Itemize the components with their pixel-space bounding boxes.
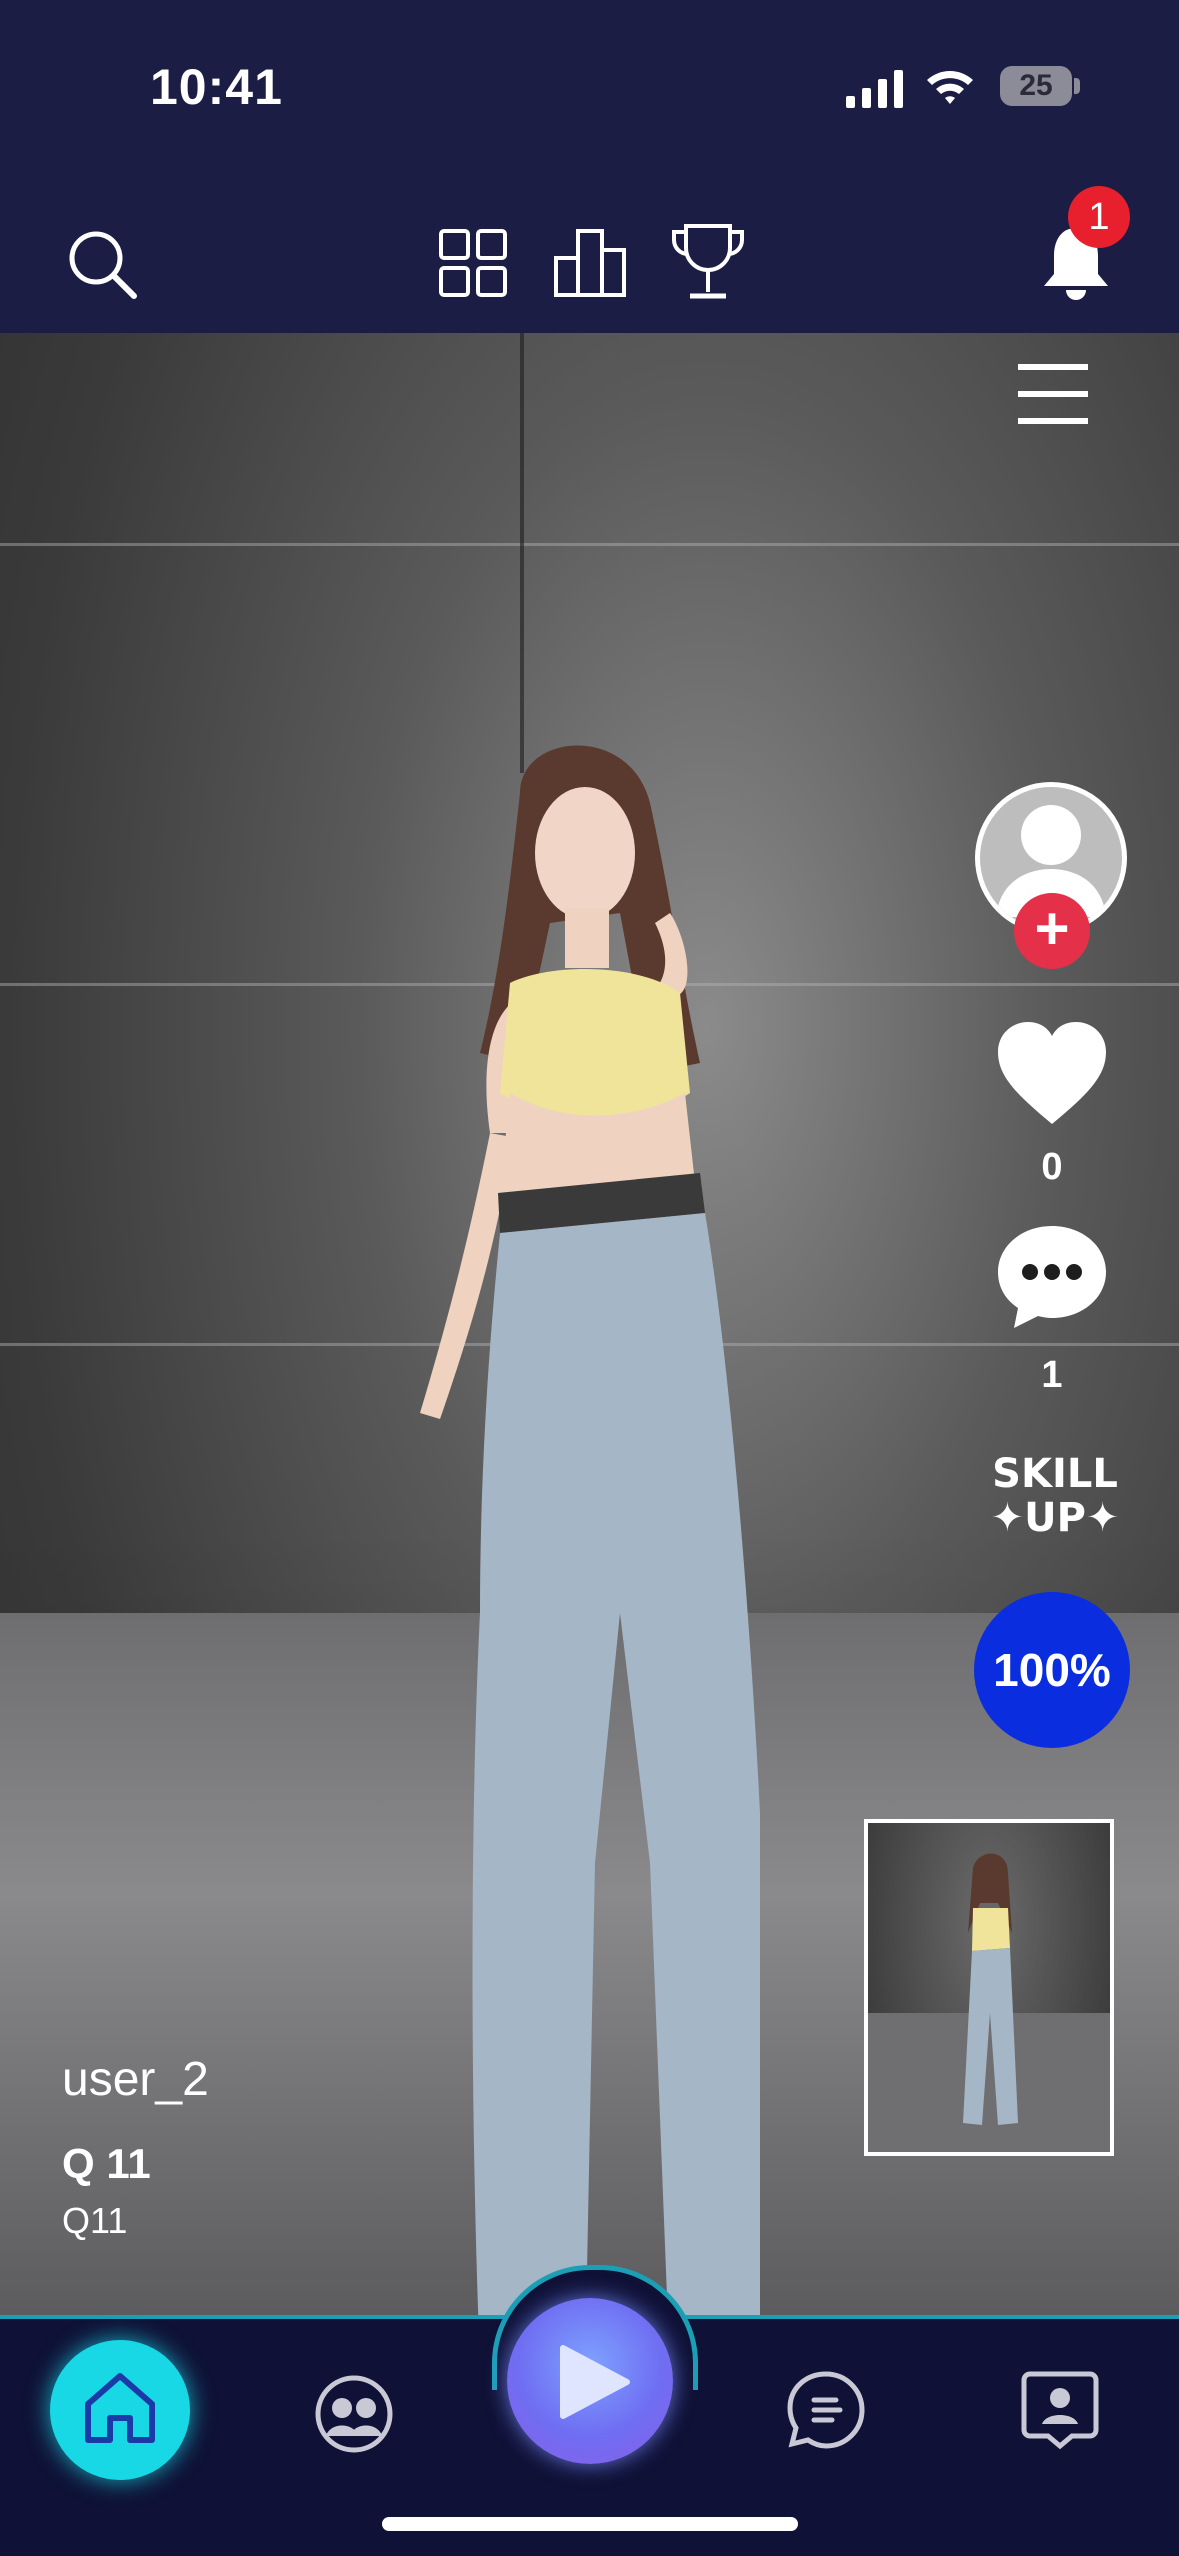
leaderboard-icon[interactable] (553, 228, 627, 298)
menu-icon[interactable] (1018, 362, 1088, 426)
play-icon (560, 2345, 630, 2419)
trophy-icon[interactable] (670, 222, 746, 302)
wall-seam (0, 543, 1179, 546)
home-icon (85, 2373, 155, 2443)
progress-badge[interactable]: 100% (974, 1592, 1130, 1748)
skill-up-line2: ✦UP✦ (990, 1495, 1120, 1541)
profile-icon[interactable] (1020, 2370, 1100, 2450)
skill-up-logo[interactable]: SKILL ✦UP✦ (985, 1452, 1125, 1540)
home-indicator (382, 2517, 798, 2531)
skill-up-line1: SKILL (992, 1451, 1118, 1497)
community-icon[interactable] (314, 2374, 394, 2454)
follow-plus-button[interactable]: + (1014, 893, 1090, 969)
video-username[interactable]: user_2 (62, 2052, 209, 2107)
video-subtitle: Q11 (62, 2200, 128, 2241)
battery-icon: 25 (1000, 66, 1072, 106)
comment-icon[interactable] (994, 1222, 1110, 1330)
preview-dancer-figure (868, 1853, 1110, 2152)
search-icon[interactable] (66, 228, 138, 300)
dancer-figure (420, 745, 760, 2315)
status-time: 10:41 (150, 59, 283, 115)
nav-home-button[interactable] (50, 2340, 190, 2480)
like-count: 0 (1041, 1146, 1063, 1188)
notification-badge: 1 (1068, 186, 1130, 248)
heart-icon[interactable] (996, 1020, 1108, 1126)
comment-count: 1 (1041, 1354, 1063, 1396)
signal-icon (846, 70, 903, 108)
center-play-button[interactable] (507, 2298, 673, 2464)
wifi-icon (927, 71, 973, 104)
wall-seam (520, 333, 524, 773)
mini-video-preview[interactable] (864, 1819, 1114, 2156)
battery-tip (1074, 78, 1080, 94)
messages-icon[interactable] (786, 2370, 866, 2450)
grid-icon[interactable] (438, 228, 508, 298)
video-title: Q 11 (62, 2140, 151, 2187)
